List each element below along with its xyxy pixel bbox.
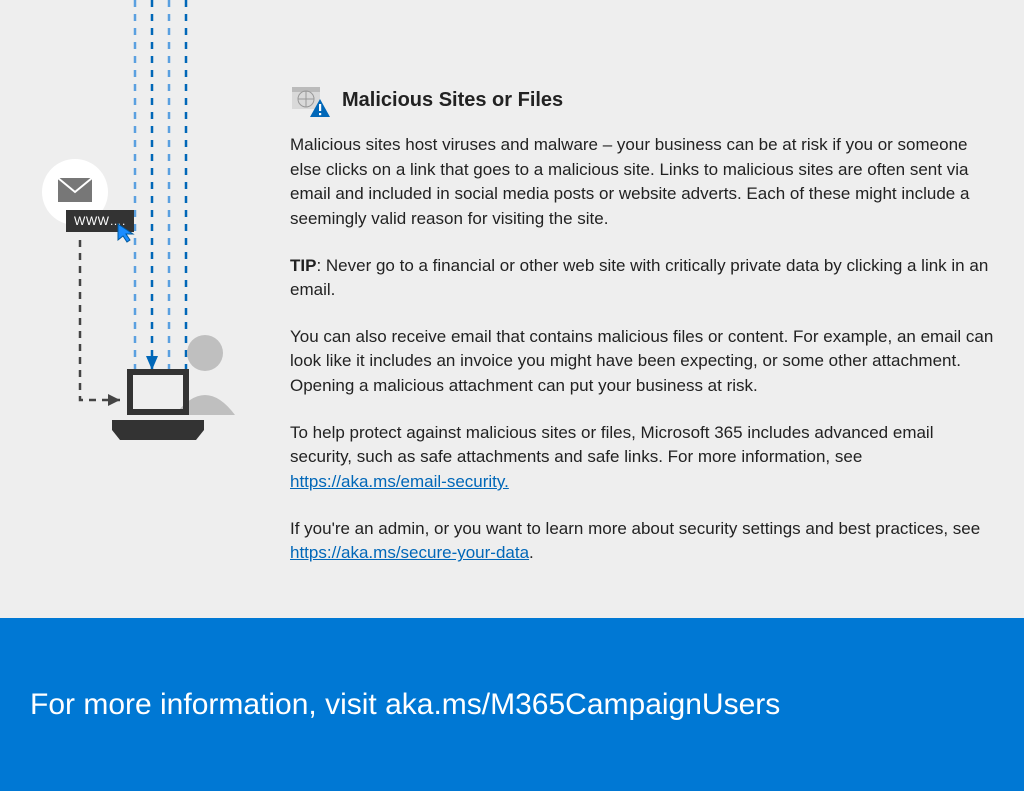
admin-text-end: . xyxy=(529,543,534,562)
threat-illustration: WWW…. xyxy=(0,0,290,470)
malicious-site-icon xyxy=(290,85,330,115)
envelope-icon xyxy=(58,178,92,202)
tip-text: : Never go to a financial or other web s… xyxy=(290,256,988,300)
article-content: Malicious Sites or Files Malicious sites… xyxy=(290,85,1000,588)
paragraph-tip: TIP: Never go to a financial or other we… xyxy=(290,254,1000,303)
email-security-link[interactable]: https://aka.ms/email-security. xyxy=(290,472,509,491)
tip-label: TIP xyxy=(290,256,316,275)
cursor-icon xyxy=(116,222,138,244)
section-heading: Malicious Sites or Files xyxy=(342,89,563,112)
section-header: Malicious Sites or Files xyxy=(290,85,1000,115)
paragraph-admin: If you're an admin, or you want to learn… xyxy=(290,517,1000,566)
footer-banner: For more information, visit aka.ms/M365C… xyxy=(0,618,1024,791)
paragraph-intro: Malicious sites host viruses and malware… xyxy=(290,133,1000,232)
protection-text: To help protect against malicious sites … xyxy=(290,423,934,467)
admin-text: If you're an admin, or you want to learn… xyxy=(290,519,980,538)
paragraph-protection: To help protect against malicious sites … xyxy=(290,421,1000,495)
footer-text: For more information, visit aka.ms/M365C… xyxy=(30,688,780,722)
paragraph-attachments: You can also receive email that contains… xyxy=(290,325,1000,399)
secure-data-link[interactable]: https://aka.ms/secure-your-data xyxy=(290,543,529,562)
section-body: Malicious sites host viruses and malware… xyxy=(290,133,1000,566)
